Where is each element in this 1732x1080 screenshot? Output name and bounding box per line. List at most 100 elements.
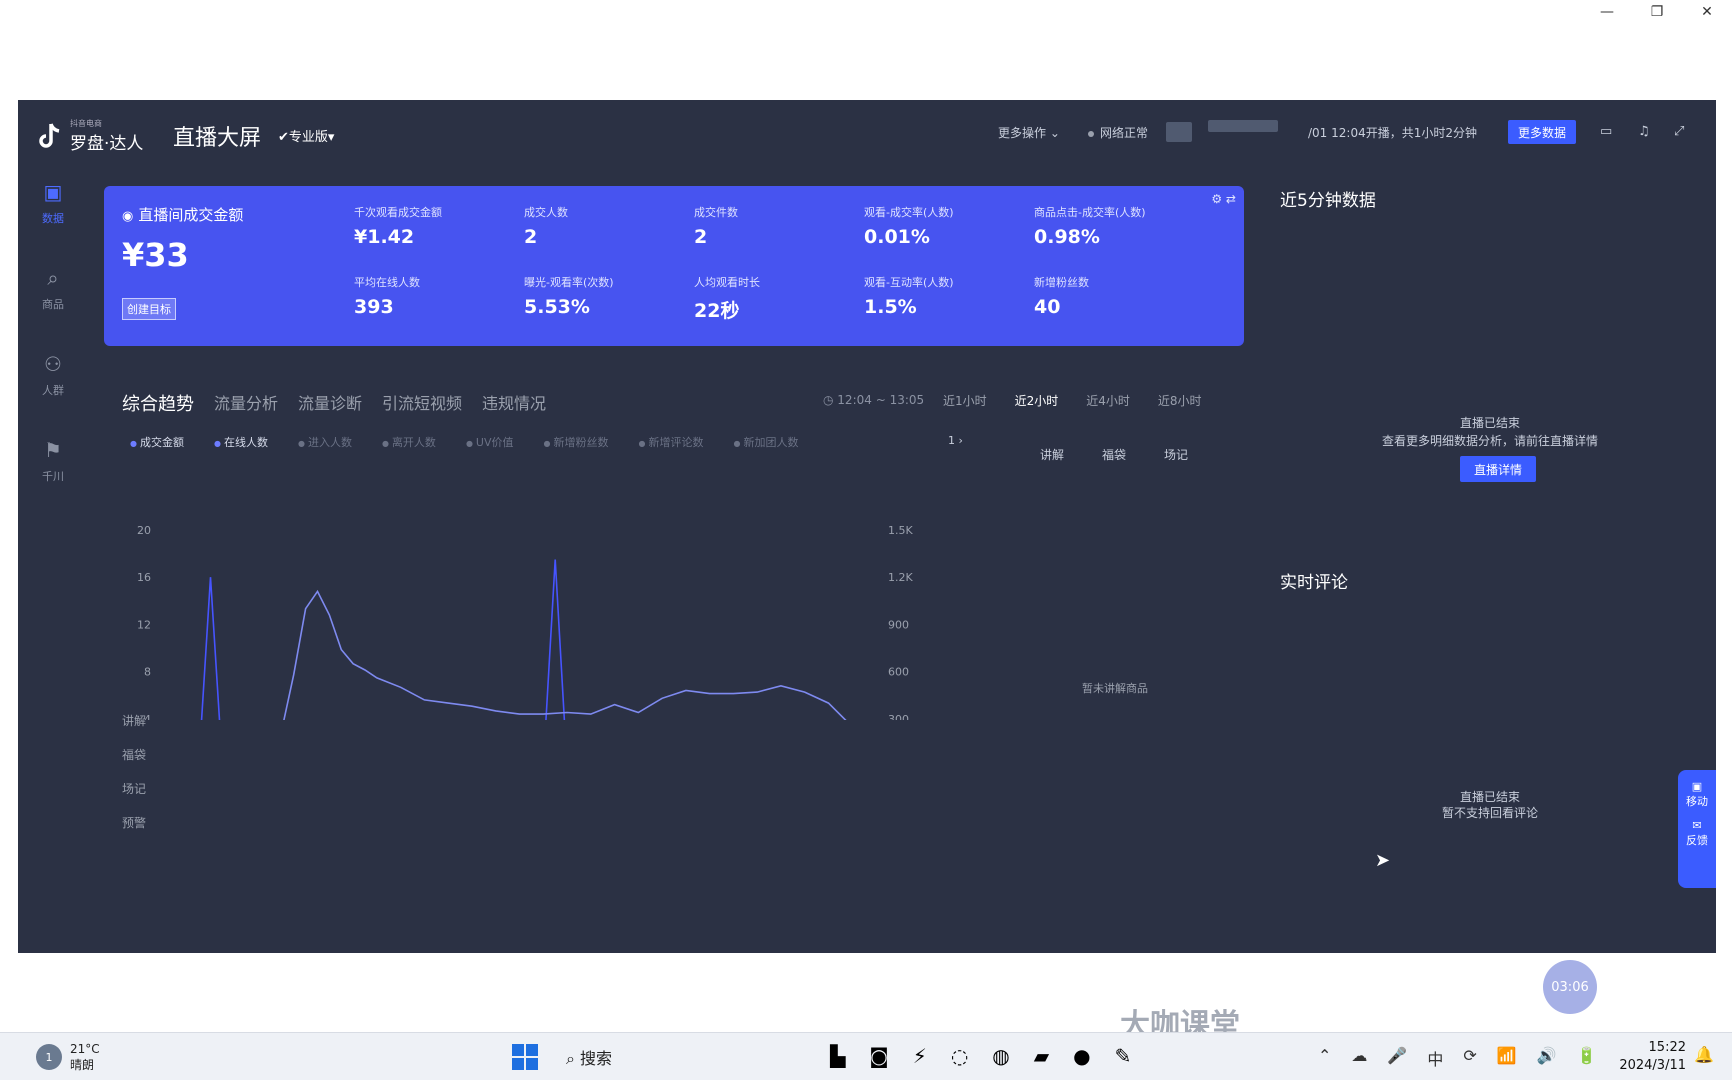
mic-icon[interactable]: 🎤: [1387, 1046, 1407, 1070]
gmv-label: 直播间成交金额: [122, 204, 243, 225]
taskbar-search[interactable]: ⌕ 搜索: [566, 1045, 612, 1069]
comments-ended-hint: 暂不支持回看评论: [1441, 806, 1538, 820]
volume-icon[interactable]: 🔊: [1537, 1046, 1557, 1070]
lane-explain: 讲解: [122, 714, 147, 728]
empty-explain-message: 暂未讲解商品: [1082, 682, 1148, 695]
live-ended-hint: 查看更多明细数据分析，请前往直播详情: [1381, 434, 1598, 448]
recorder-icon[interactable]: ●: [1073, 1044, 1090, 1068]
ime-icon[interactable]: 中: [1427, 1046, 1443, 1070]
trend-chart: 04812162003006009001.2K1.5K12:0412:1412:…: [137, 524, 913, 720]
window-controls: — ❐ ✕: [1582, 0, 1732, 24]
start-info: /01 12:04开播，共1小时2分钟: [1308, 126, 1477, 140]
lane-lucky-bag: 福袋: [122, 748, 147, 762]
tab-traffic[interactable]: 流量分析: [214, 390, 278, 416]
header: 抖音电商 罗盘·达人 直播大屏 ✔专业版▾ 更多操作 ⌄ 网络正常 /01 12…: [18, 100, 1716, 168]
cloud-icon[interactable]: ☁: [1351, 1046, 1367, 1070]
float-toolbar: ▣ 移动 ✉ 反馈: [1678, 770, 1716, 888]
time-range: ◷ 12:04 ~ 13:05: [823, 393, 925, 407]
kpi-cell: 曝光-观看率(次数) 5.53%: [524, 276, 614, 318]
recording-timer[interactable]: 03:06: [1543, 960, 1597, 1014]
account-avatar[interactable]: [1166, 122, 1192, 142]
wifi-icon[interactable]: 📶: [1497, 1046, 1517, 1070]
people-icon: ⚇: [44, 352, 62, 376]
clock-time: 15:22: [1648, 1040, 1686, 1055]
kpi-cell: 商品点击-成交率(人数) 0.98%: [1034, 206, 1146, 248]
sidebar-item-goods[interactable]: ⌕ 商品: [18, 266, 88, 312]
range-8h[interactable]: 近8小时: [1158, 392, 1202, 409]
account-name-redacted: [1208, 120, 1278, 132]
tool-icon[interactable]: ▰: [1034, 1044, 1049, 1068]
kpi-cell: 千次观看成交金额 ¥1.42: [354, 206, 442, 248]
more-ops-dropdown[interactable]: 更多操作 ⌄: [998, 124, 1060, 141]
live-detail-button[interactable]: 直播详情: [1460, 456, 1536, 482]
ad-icon: ⚑: [44, 438, 62, 462]
monitor-icon[interactable]: ▭: [1600, 124, 1612, 139]
chat-icon[interactable]: ◙: [869, 1044, 888, 1068]
kpi-cell: 成交人数 2: [524, 206, 568, 248]
five-min-title: 近5分钟数据: [1280, 191, 1376, 211]
maximize-icon[interactable]: ❐: [1632, 0, 1682, 24]
network-status: 网络正常: [1088, 124, 1148, 141]
edition-dropdown[interactable]: ✔专业版▾: [278, 126, 334, 145]
kpi-cell: 新增粉丝数 40: [1034, 276, 1089, 318]
browser-icon[interactable]: ◍: [992, 1044, 1009, 1068]
search-icon: ⌕: [566, 1049, 581, 1068]
subtab-notes[interactable]: 场记: [1164, 446, 1188, 463]
event-lanes: 讲解 福袋 场记 预警: [122, 712, 146, 848]
tiktok-icon: [36, 121, 64, 151]
logo: 抖音电商 罗盘·达人: [36, 118, 143, 154]
kpi-cell: 平均在线人数 393: [354, 276, 420, 318]
fullscreen-icon[interactable]: ⤢: [1674, 124, 1684, 139]
sidebar-item-data[interactable]: ▣ 数据: [18, 180, 88, 226]
sidebar-item-ad[interactable]: ⚑ 千川: [18, 438, 88, 484]
bell-icon[interactable]: ♫: [1638, 124, 1650, 139]
more-data-button[interactable]: 更多数据: [1508, 120, 1576, 144]
range-2h[interactable]: 近2小时: [1015, 392, 1059, 409]
kpi-cell: 成交件数 2: [694, 206, 738, 248]
tab-short-video[interactable]: 引流短视频: [382, 390, 462, 416]
tab-diagnosis[interactable]: 流量诊断: [298, 390, 362, 416]
messenger-icon[interactable]: ◌: [951, 1044, 968, 1068]
sidebar-item-people[interactable]: ⚇ 人群: [18, 352, 88, 398]
weather-icon: 1: [36, 1044, 62, 1070]
minimize-icon[interactable]: —: [1582, 0, 1632, 24]
tab-trend[interactable]: 综合趋势: [122, 390, 194, 416]
temperature: 21°C: [70, 1042, 100, 1056]
kpi-settings-icon[interactable]: ⚙ ⇄: [1211, 192, 1236, 206]
range-4h[interactable]: 近4小时: [1086, 392, 1130, 409]
clock-icon: ◷: [823, 393, 838, 407]
tab-violation[interactable]: 违规情况: [482, 390, 546, 416]
sync-icon[interactable]: ⟳: [1463, 1046, 1476, 1070]
subtab-explain[interactable]: 讲解: [1040, 446, 1064, 463]
weather-text: 晴朗: [70, 1058, 95, 1072]
feedback-button[interactable]: ✉ 反馈: [1678, 819, 1716, 848]
file-explorer-icon[interactable]: ▙: [830, 1044, 845, 1068]
system-tray: ⌃ ☁ 🎤 中 ⟳ 📶 🔊 🔋: [1318, 1046, 1597, 1070]
subtab-lucky-bag[interactable]: 福袋: [1102, 446, 1126, 463]
page-title: 直播大屏: [173, 126, 262, 151]
range-1h[interactable]: 近1小时: [943, 392, 987, 409]
move-button[interactable]: ▣ 移动: [1678, 780, 1716, 809]
mouse-cursor-icon: ➤: [1375, 850, 1391, 871]
notification-icon[interactable]: 🔔: [1694, 1045, 1714, 1064]
editor-icon[interactable]: ✎: [1115, 1044, 1132, 1068]
y-right-tick-label: 300: [888, 713, 909, 720]
clock-date: 2024/3/11: [1619, 1058, 1686, 1073]
clock[interactable]: 15:22 2024/3/11: [1616, 1039, 1686, 1075]
brand-subtitle: 抖音电商: [70, 119, 102, 128]
kpi-cell: 观看-成交率(人数) 0.01%: [864, 206, 954, 248]
live-dashboard: 抖音电商 罗盘·达人 直播大屏 ✔专业版▾ 更多操作 ⌄ 网络正常 /01 12…: [18, 100, 1716, 953]
close-icon[interactable]: ✕: [1682, 0, 1732, 24]
create-goal-button[interactable]: 创建目标: [122, 298, 176, 320]
weather-widget[interactable]: 1 21°C 晴朗: [36, 1041, 100, 1073]
kpi-cell: 人均观看时长 22秒: [694, 276, 760, 322]
battery-icon[interactable]: 🔋: [1577, 1046, 1597, 1070]
range-selector: 近1小时 近2小时 近4小时 近8小时: [943, 392, 1202, 409]
kpi-card: 直播间成交金额 ¥33 创建目标 ⚙ ⇄ 千次观看成交金额¥1.42 成交人数2…: [104, 186, 1244, 346]
windows-start-icon[interactable]: [512, 1044, 538, 1070]
comments-title: 实时评论: [1280, 573, 1348, 593]
app-icon[interactable]: ⚡: [913, 1044, 927, 1068]
y-right-tick-label: 900: [888, 618, 909, 631]
y-right-tick-label: 600: [888, 666, 909, 679]
tray-expand-icon[interactable]: ⌃: [1318, 1046, 1331, 1070]
